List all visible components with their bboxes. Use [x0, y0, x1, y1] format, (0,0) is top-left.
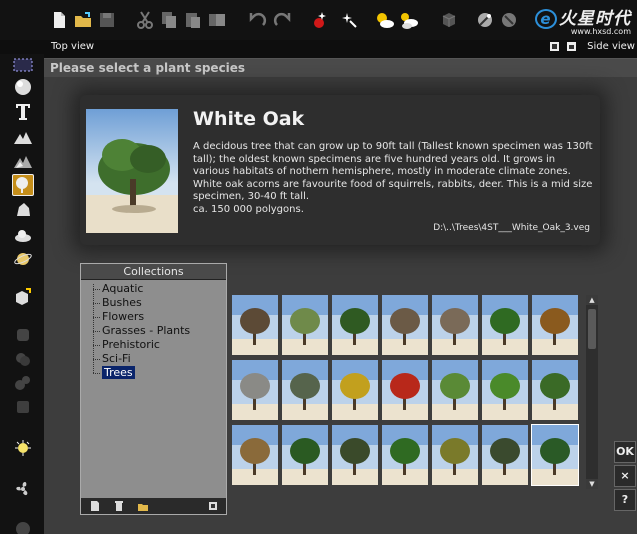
- plant-thumbnail-bush[interactable]: [282, 295, 328, 355]
- metablob-icon[interactable]: [12, 372, 34, 394]
- new-collection-icon[interactable]: [89, 500, 101, 512]
- plant-thumbnail-round-tree[interactable]: [282, 425, 328, 485]
- group-icon[interactable]: [12, 324, 34, 346]
- tools-icon[interactable]: [498, 9, 520, 31]
- plant-thumbnail-dark-tree[interactable]: [482, 425, 528, 485]
- cloud-layer-icon[interactable]: [12, 224, 34, 246]
- terrain-edit-icon[interactable]: [12, 150, 34, 172]
- plant-thumbnail-wide-oak[interactable]: [332, 425, 378, 485]
- clouds-icon[interactable]: [398, 9, 420, 31]
- view-maximize-icon[interactable]: [567, 42, 576, 51]
- plant-thumbnail-willow[interactable]: [482, 360, 528, 420]
- collections-panel: Collections Aquatic Bushes Flowers Grass…: [80, 263, 227, 515]
- boolean-icon[interactable]: [12, 348, 34, 370]
- ok-button[interactable]: OK: [614, 441, 636, 463]
- help-button[interactable]: ?: [614, 489, 636, 511]
- top-view-label[interactable]: Top view: [51, 40, 94, 54]
- left-toolbar: [0, 54, 44, 534]
- plant-name: White Oak: [193, 108, 305, 130]
- delete-collection-icon[interactable]: [113, 500, 125, 512]
- plant-thumbnail-grey-oak[interactable]: [282, 360, 328, 420]
- render-area-icon[interactable]: [338, 9, 360, 31]
- plant-file-path: D:\..\Trees\4ST___White_Oak_3.veg: [433, 223, 590, 233]
- collections-list: Aquatic Bushes Flowers Grasses - Plants …: [85, 282, 223, 482]
- plant-description-text: A decidous tree that can grow up to 90ft…: [193, 141, 593, 202]
- collection-grasses-plants[interactable]: Grasses - Plants: [85, 324, 223, 338]
- new-file-icon[interactable]: [48, 9, 70, 31]
- collections-toolbar: [81, 498, 226, 514]
- cancel-button[interactable]: ×: [614, 465, 636, 487]
- scroll-down-icon[interactable]: ▼: [586, 479, 598, 489]
- plant-info-panel: White Oak A decidous tree that can grow …: [80, 95, 600, 245]
- plant-preview-image: [86, 109, 178, 233]
- collection-bushes[interactable]: Bushes: [85, 296, 223, 310]
- plant-polygon-count: ca. 150 000 polygons.: [193, 203, 304, 215]
- symmetry-icon[interactable]: [12, 396, 34, 418]
- copy-icon[interactable]: [158, 9, 180, 31]
- plant-thumbnail-green-acacia[interactable]: [482, 295, 528, 355]
- select-icon[interactable]: [12, 54, 34, 76]
- open-folder-icon[interactable]: [72, 9, 94, 31]
- watermark: e 火星时代 www.hxsd.com: [535, 4, 631, 36]
- planet-icon[interactable]: [12, 248, 34, 270]
- sphere-icon[interactable]: [12, 76, 34, 98]
- duplicate-icon[interactable]: [206, 9, 228, 31]
- plant-thumbnail-autumn-acacia[interactable]: [532, 295, 578, 355]
- plant-thumbnail-tall-conifer[interactable]: [332, 295, 378, 355]
- plant-thumbnail-flat-acacia[interactable]: [432, 360, 478, 420]
- scrollbar-thumb[interactable]: [588, 309, 596, 349]
- plant-thumbnail-tall-tree[interactable]: [382, 425, 428, 485]
- plant-thumbnail-red-tree[interactable]: [382, 360, 428, 420]
- plant-thumbnail-bare-spreading-tree[interactable]: [432, 295, 478, 355]
- collection-flowers[interactable]: Flowers: [85, 310, 223, 324]
- redo-icon[interactable]: [272, 9, 294, 31]
- dialog-title: Please select a plant species: [44, 59, 637, 77]
- material-editor-icon[interactable]: [474, 9, 496, 31]
- terrain-icon[interactable]: [12, 126, 34, 148]
- collections-header: Collections: [81, 264, 226, 280]
- plant-thumbnail-dead-tree[interactable]: [232, 295, 278, 355]
- plant-thumbnail-palm[interactable]: [532, 360, 578, 420]
- plant-thumbnail-tall-palm[interactable]: [232, 425, 278, 485]
- undo-icon[interactable]: [246, 9, 268, 31]
- render-icon[interactable]: [310, 9, 332, 31]
- wind-icon[interactable]: [12, 478, 34, 500]
- side-view-label[interactable]: Side view: [587, 40, 635, 54]
- plant-thumbnail-bare-grey-tree[interactable]: [232, 360, 278, 420]
- thumbnail-scrollbar[interactable]: ▲ ▼: [586, 295, 598, 489]
- collection-settings-icon[interactable]: [207, 500, 219, 512]
- text-icon[interactable]: [12, 100, 34, 122]
- cut-icon[interactable]: [134, 9, 156, 31]
- plant-species-dialog: Please select a plant species White Oak …: [44, 58, 637, 534]
- plant-icon[interactable]: [12, 174, 34, 196]
- atmosphere-icon[interactable]: [374, 9, 396, 31]
- collection-aquatic[interactable]: Aquatic: [85, 282, 223, 296]
- collection-sci-fi[interactable]: Sci-Fi: [85, 352, 223, 366]
- collection-trees[interactable]: Trees: [85, 366, 223, 380]
- plant-thumbnail-grid: [232, 295, 582, 489]
- save-icon[interactable]: [96, 9, 118, 31]
- paste-icon[interactable]: [182, 9, 204, 31]
- view-bar: Top view Side view: [44, 40, 637, 54]
- plant-description: A decidous tree that can grow up to 90ft…: [193, 141, 593, 216]
- main-toolbar: e 火星时代 www.hxsd.com: [0, 0, 637, 40]
- rock-icon[interactable]: [12, 198, 34, 220]
- light-icon[interactable]: [12, 438, 34, 460]
- load-object-icon[interactable]: [12, 286, 34, 308]
- open-collection-icon[interactable]: [137, 500, 149, 512]
- watermark-logo: e 火星时代: [535, 4, 631, 29]
- camera-icon[interactable]: [12, 516, 34, 534]
- plant-thumbnail-bare-tree[interactable]: [382, 295, 428, 355]
- scroll-up-icon[interactable]: ▲: [586, 295, 598, 305]
- view-options-icon[interactable]: [550, 42, 559, 51]
- collection-prehistoric[interactable]: Prehistoric: [85, 338, 223, 352]
- plant-thumbnail-autumn-tree[interactable]: [432, 425, 478, 485]
- plant-thumbnail-yellow-tree[interactable]: [332, 360, 378, 420]
- object-icon[interactable]: [438, 9, 460, 31]
- plant-thumbnail-white-oak[interactable]: [531, 424, 579, 486]
